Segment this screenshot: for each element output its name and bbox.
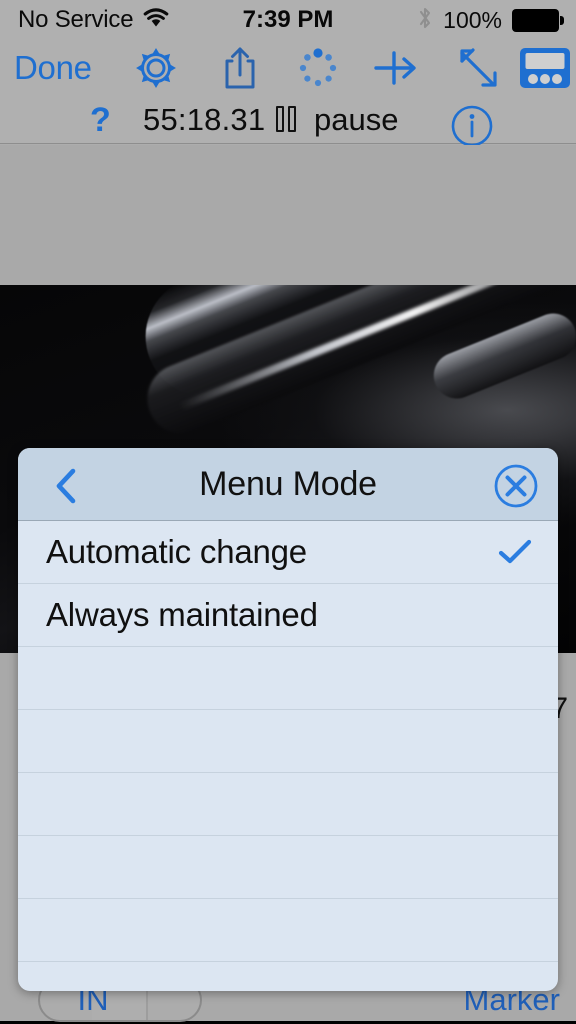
list-item[interactable]: Automatic change xyxy=(18,521,558,584)
chevron-left-icon[interactable] xyxy=(44,464,88,508)
list-item-empty[interactable] xyxy=(18,899,558,962)
dialog-title: Menu Mode xyxy=(199,464,377,503)
battery-percent-label: 100% xyxy=(443,6,502,33)
spinner-dots-icon[interactable] xyxy=(283,40,353,96)
pause-icon[interactable] xyxy=(276,101,302,137)
pause-label[interactable]: pause xyxy=(314,96,398,144)
dialog-header: Menu Mode xyxy=(18,448,558,521)
list-item-empty[interactable] xyxy=(18,647,558,710)
done-button[interactable]: Done xyxy=(14,40,92,96)
dialog-options-list: Automatic change Always maintained xyxy=(18,521,558,991)
gear-icon[interactable] xyxy=(121,40,191,96)
list-item-empty[interactable] xyxy=(18,710,558,773)
list-item-empty[interactable] xyxy=(18,962,558,991)
list-item-empty[interactable] xyxy=(18,836,558,899)
main-toolbar: Done xyxy=(0,40,576,96)
help-button[interactable]: ? xyxy=(90,96,111,144)
arrow-into-line-icon[interactable] xyxy=(363,40,433,96)
option-label: Automatic change xyxy=(46,533,307,570)
resize-diagonal-icon[interactable] xyxy=(444,40,514,96)
status-bar: No Service 7:39 PM 100% xyxy=(0,0,576,40)
share-icon[interactable] xyxy=(205,40,275,96)
menu-mode-dialog: Menu Mode Automatic change Always mainta… xyxy=(18,448,558,991)
checkmark-icon xyxy=(498,535,532,569)
transport-bar: ? 55:18.31 pause xyxy=(0,96,576,147)
upper-blank-panel xyxy=(0,145,576,285)
bluetooth-icon xyxy=(417,5,433,36)
device-panel-icon[interactable] xyxy=(510,40,576,96)
app-screen: No Service 7:39 PM 100% Done ? 55:18.31 … xyxy=(0,0,576,1024)
battery-full-icon xyxy=(512,8,564,32)
close-circle-icon[interactable] xyxy=(492,462,540,510)
status-bar-right: 100% xyxy=(417,0,564,40)
option-label: Always maintained xyxy=(46,596,318,633)
timecode-label: 55:18.31 xyxy=(143,101,266,137)
list-item-empty[interactable] xyxy=(18,773,558,836)
list-item[interactable]: Always maintained xyxy=(18,584,558,647)
info-circle-icon[interactable] xyxy=(450,104,494,148)
